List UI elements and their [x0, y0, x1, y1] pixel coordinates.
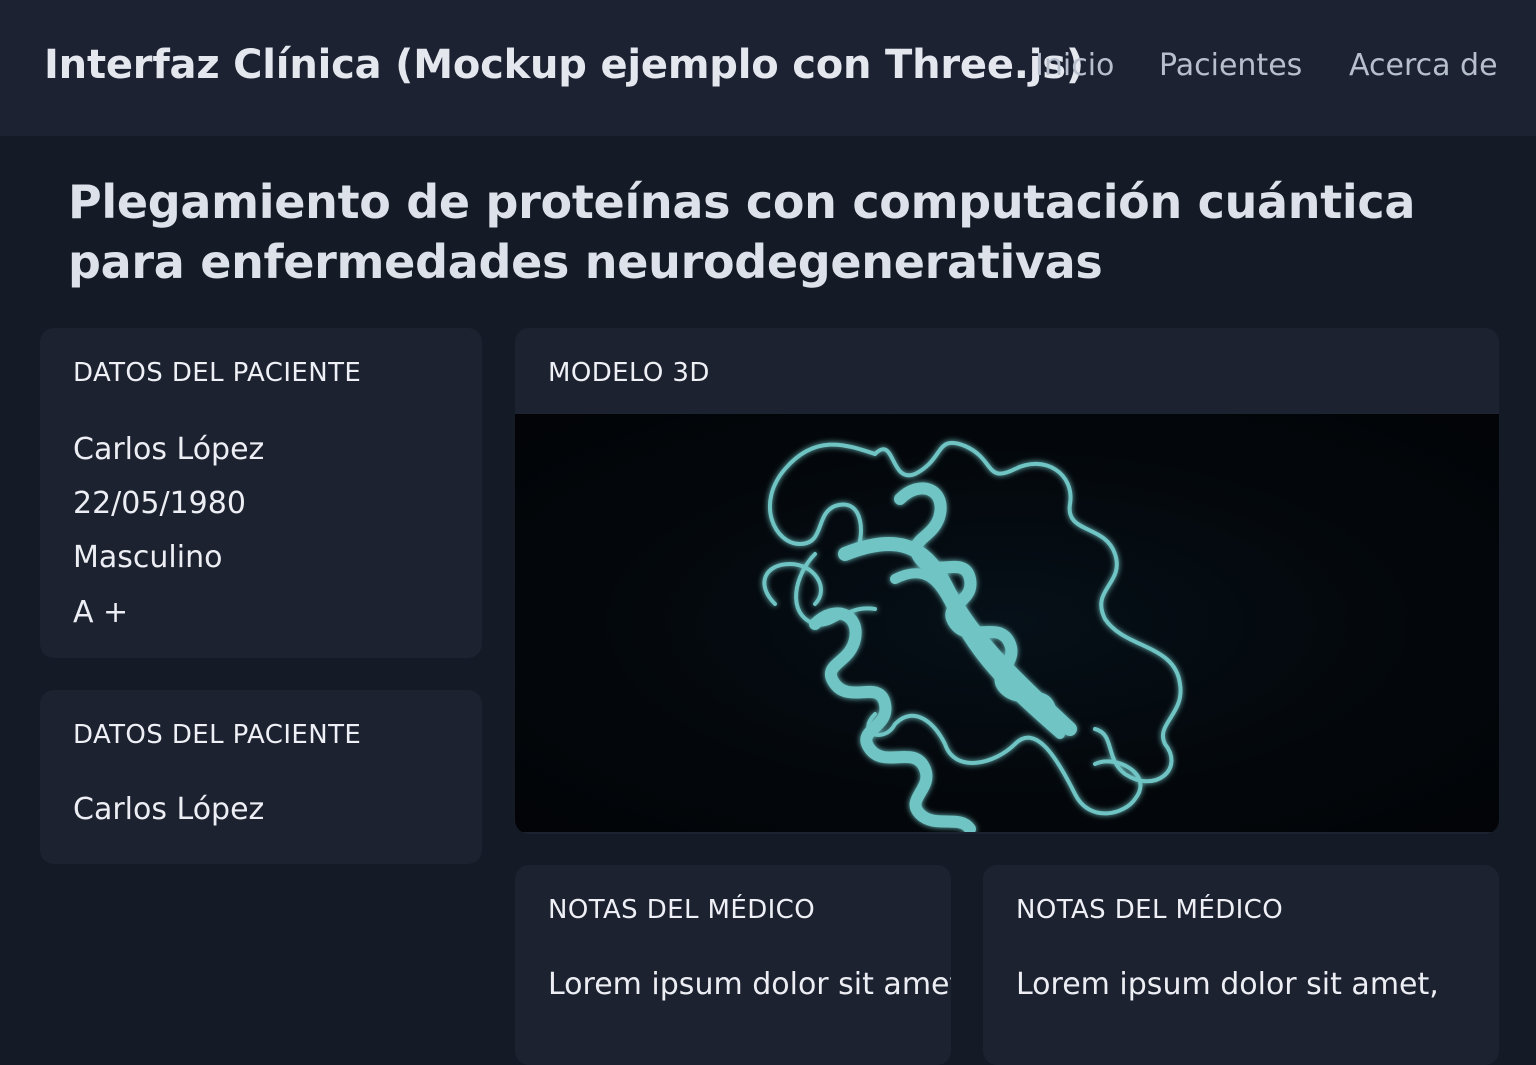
page-title: Plegamiento de proteínas con computación… [68, 172, 1415, 292]
doctor-notes-secondary-heading: NOTAS DEL MÉDICO [1016, 895, 1284, 925]
doctor-notes-heading: NOTAS DEL MÉDICO [548, 895, 816, 925]
doctor-notes-secondary-text: Lorem ipsum dolor sit amet, [1016, 967, 1439, 1002]
patient-data-card-secondary: DATOS DEL PACIENTE Carlos López [40, 690, 482, 864]
page-title-line-2: para enfermedades neurodegenerativas [68, 235, 1103, 289]
patient-card-secondary-heading: DATOS DEL PACIENTE [73, 720, 362, 750]
page-title-line-1: Plegamiento de proteínas con computación… [68, 175, 1416, 229]
doctor-notes-card: NOTAS DEL MÉDICO Lorem ipsum dolor sit a… [515, 865, 951, 1065]
app-title: Interfaz Clínica (Mockup ejemplo con Thr… [44, 42, 1084, 88]
nav-link-acerca-de[interactable]: Acerca de [1349, 48, 1498, 83]
patient-data-card: DATOS DEL PACIENTE Carlos López 22/05/19… [40, 328, 482, 658]
patient-birthdate: 22/05/1980 [73, 486, 246, 521]
patient-sex: Masculino [73, 540, 223, 575]
patient-card-heading: DATOS DEL PACIENTE [73, 358, 362, 388]
protein-ribbon-illustration [762, 440, 1183, 834]
model-3d-heading: MODELO 3D [548, 358, 710, 388]
nav-link-inicio[interactable]: Inicio [1035, 48, 1114, 83]
patient-name: Carlos López [73, 432, 265, 467]
model-3d-viewer[interactable] [515, 414, 1499, 834]
top-navigation-bar: Interfaz Clínica (Mockup ejemplo con Thr… [0, 0, 1536, 136]
patient-blood-type: A + [73, 595, 129, 630]
nav-link-pacientes[interactable]: Pacientes [1159, 48, 1302, 83]
doctor-notes-card-secondary: NOTAS DEL MÉDICO Lorem ipsum dolor sit a… [983, 865, 1499, 1065]
doctor-notes-text: Lorem ipsum dolor sit amet, [548, 967, 951, 1002]
model-3d-card: MODELO 3D [515, 328, 1499, 834]
patient-secondary-name: Carlos López [73, 792, 265, 827]
